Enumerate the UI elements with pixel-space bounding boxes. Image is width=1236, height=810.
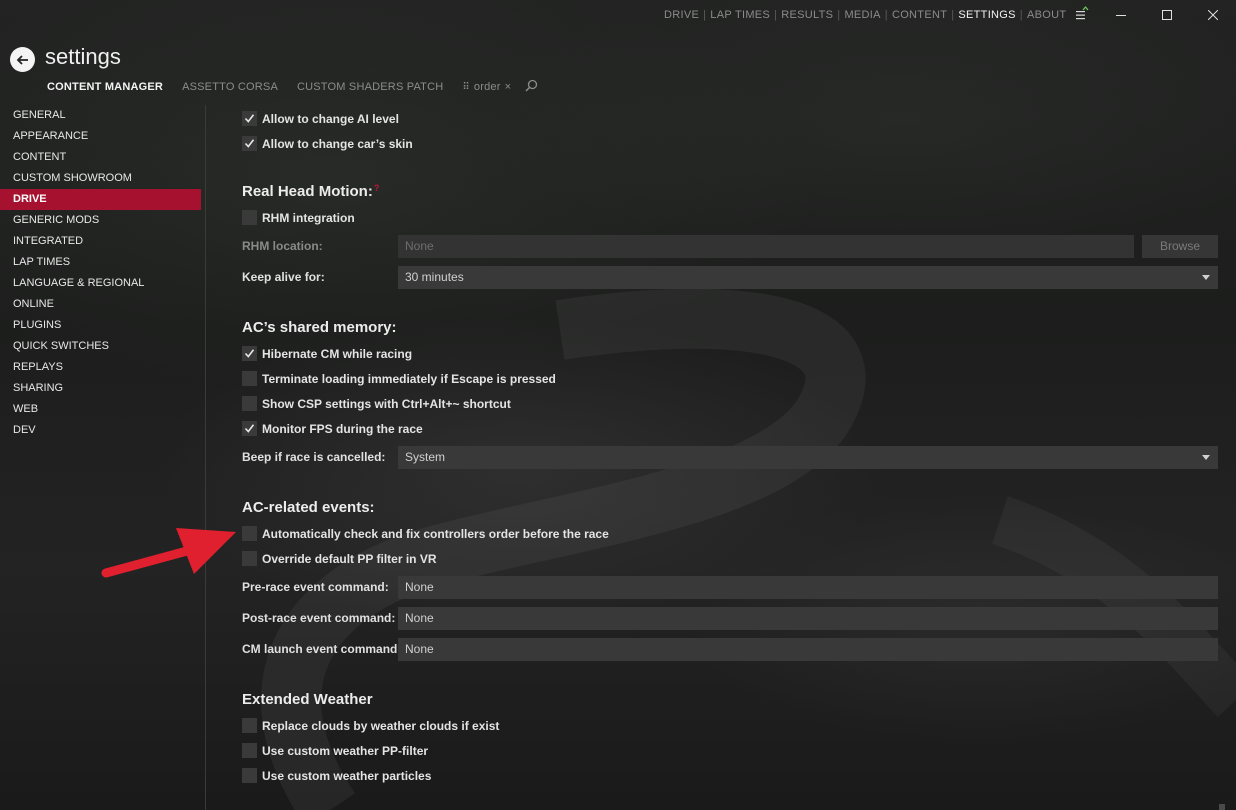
sidebar-item-sharing[interactable]: SHARING [0, 378, 201, 399]
checkbox-box [242, 551, 257, 566]
checkbox-box [242, 210, 257, 225]
keep-alive-label: Keep alive for: [242, 270, 325, 284]
checkbox-box [242, 371, 257, 386]
sidebar-divider [205, 105, 206, 810]
rhm-integration-checkbox[interactable]: RHM integration [242, 210, 355, 225]
sidebar-item-general[interactable]: GENERAL [0, 105, 201, 126]
post-race-command-field[interactable]: None [398, 607, 1218, 630]
checkbox-box [242, 526, 257, 541]
custom-pp-filter-checkbox[interactable]: Use custom weather PP-filter [242, 743, 428, 758]
chevron-down-icon [1202, 275, 1210, 280]
select-value: 30 minutes [405, 270, 464, 284]
checkbox-label: Allow to change car’s skin [262, 136, 413, 151]
checkbox-box [242, 111, 257, 126]
checkbox-label: Terminate loading immediately if Escape … [262, 371, 556, 386]
sidebar-item-custom-showroom[interactable]: CUSTOM SHOWROOM [0, 168, 201, 189]
sidebar-item-online[interactable]: ONLINE [0, 294, 201, 315]
page-title: settings [45, 44, 121, 69]
checkbox-label: Hibernate CM while racing [262, 346, 413, 361]
back-button[interactable] [10, 47, 35, 72]
rhm-location-label: RHM location: [242, 239, 323, 253]
checkmark-icon [244, 349, 255, 358]
hibernate-cm-checkbox[interactable]: Hibernate CM while racing [242, 346, 412, 361]
checkbox-label: Allow to change AI level [262, 111, 399, 126]
settings-sidebar: GENERAL APPEARANCE CONTENT CUSTOM SHOWRO… [0, 105, 201, 441]
terminate-loading-checkbox[interactable]: Terminate loading immediately if Escape … [242, 371, 556, 386]
checkbox-box [242, 346, 257, 361]
checkmark-icon [244, 139, 255, 148]
checkbox-label: Show CSP settings with Ctrl+Alt+~ shortc… [262, 396, 511, 411]
override-pp-filter-checkbox[interactable]: Override default PP filter in VR [242, 551, 437, 566]
tab-content-manager[interactable]: CONTENT MANAGER [47, 81, 163, 93]
cm-launch-command-field[interactable]: None [398, 638, 1218, 661]
scrollbar-corner [1219, 804, 1225, 810]
cm-launch-label: CM launch event command: [242, 642, 402, 656]
select-value: System [405, 450, 446, 464]
pre-race-label: Pre-race event command: [242, 580, 389, 594]
sidebar-item-web[interactable]: WEB [0, 399, 201, 420]
checkbox-box [242, 421, 257, 436]
checkbox-box [242, 136, 257, 151]
section-heading-rhm: Real Head Motion:? [242, 183, 380, 200]
section-heading-shared-memory: AC’s shared memory: [242, 319, 397, 336]
keep-alive-select[interactable]: 30 minutes [398, 266, 1218, 289]
allow-car-skin-checkbox[interactable]: Allow to change car’s skin [242, 136, 413, 151]
checkmark-icon [244, 114, 255, 123]
help-icon[interactable]: ? [374, 183, 380, 193]
arrow-left-icon [16, 54, 28, 65]
custom-particles-checkbox[interactable]: Use custom weather particles [242, 768, 431, 783]
settings-content: Allow to change AI level Allow to change… [242, 0, 1222, 810]
sidebar-item-drive[interactable]: DRIVE [0, 189, 201, 210]
monitor-fps-checkbox[interactable]: Monitor FPS during the race [242, 421, 423, 436]
checkbox-box [242, 396, 257, 411]
chevron-down-icon [1202, 455, 1210, 460]
sidebar-item-integrated[interactable]: INTEGRATED [0, 231, 201, 252]
pre-race-command-field[interactable]: None [398, 576, 1218, 599]
sidebar-item-quick-switches[interactable]: QUICK SWITCHES [0, 336, 201, 357]
sidebar-item-plugins[interactable]: PLUGINS [0, 315, 201, 336]
checkbox-label: Use custom weather particles [262, 768, 432, 783]
checkbox-label: Replace clouds by weather clouds if exis… [262, 718, 500, 733]
sidebar-item-lap-times[interactable]: LAP TIMES [0, 252, 201, 273]
beep-select[interactable]: System [398, 446, 1218, 469]
sidebar-item-dev[interactable]: DEV [0, 420, 201, 441]
checkbox-label: Override default PP filter in VR [262, 551, 437, 566]
checkbox-box [242, 768, 257, 783]
sidebar-item-replays[interactable]: REPLAYS [0, 357, 201, 378]
checkbox-label: Use custom weather PP-filter [262, 743, 429, 758]
section-heading-weather: Extended Weather [242, 691, 373, 708]
checkbox-box [242, 743, 257, 758]
rhm-location-field[interactable]: None [398, 235, 1134, 258]
section-heading-events: AC-related events: [242, 499, 375, 516]
beep-label: Beep if race is cancelled: [242, 450, 386, 464]
sidebar-item-generic-mods[interactable]: GENERIC MODS [0, 210, 201, 231]
checkbox-box [242, 718, 257, 733]
allow-ai-level-checkbox[interactable]: Allow to change AI level [242, 111, 399, 126]
replace-clouds-checkbox[interactable]: Replace clouds by weather clouds if exis… [242, 718, 499, 733]
sidebar-item-appearance[interactable]: APPEARANCE [0, 126, 201, 147]
checkbox-label: RHM integration [262, 210, 355, 225]
auto-check-controllers-checkbox[interactable]: Automatically check and fix controllers … [242, 526, 609, 541]
sidebar-item-language-regional[interactable]: LANGUAGE & REGIONAL [0, 273, 201, 294]
sidebar-item-content[interactable]: CONTENT [0, 147, 201, 168]
checkmark-icon [244, 424, 255, 433]
annotation-arrow-icon [101, 528, 236, 578]
post-race-label: Post-race event command: [242, 611, 396, 625]
browse-button[interactable]: Browse [1142, 235, 1218, 258]
checkbox-label: Monitor FPS during the race [262, 421, 423, 436]
checkbox-label: Automatically check and fix controllers … [262, 526, 609, 541]
show-csp-settings-checkbox[interactable]: Show CSP settings with Ctrl+Alt+~ shortc… [242, 396, 511, 411]
